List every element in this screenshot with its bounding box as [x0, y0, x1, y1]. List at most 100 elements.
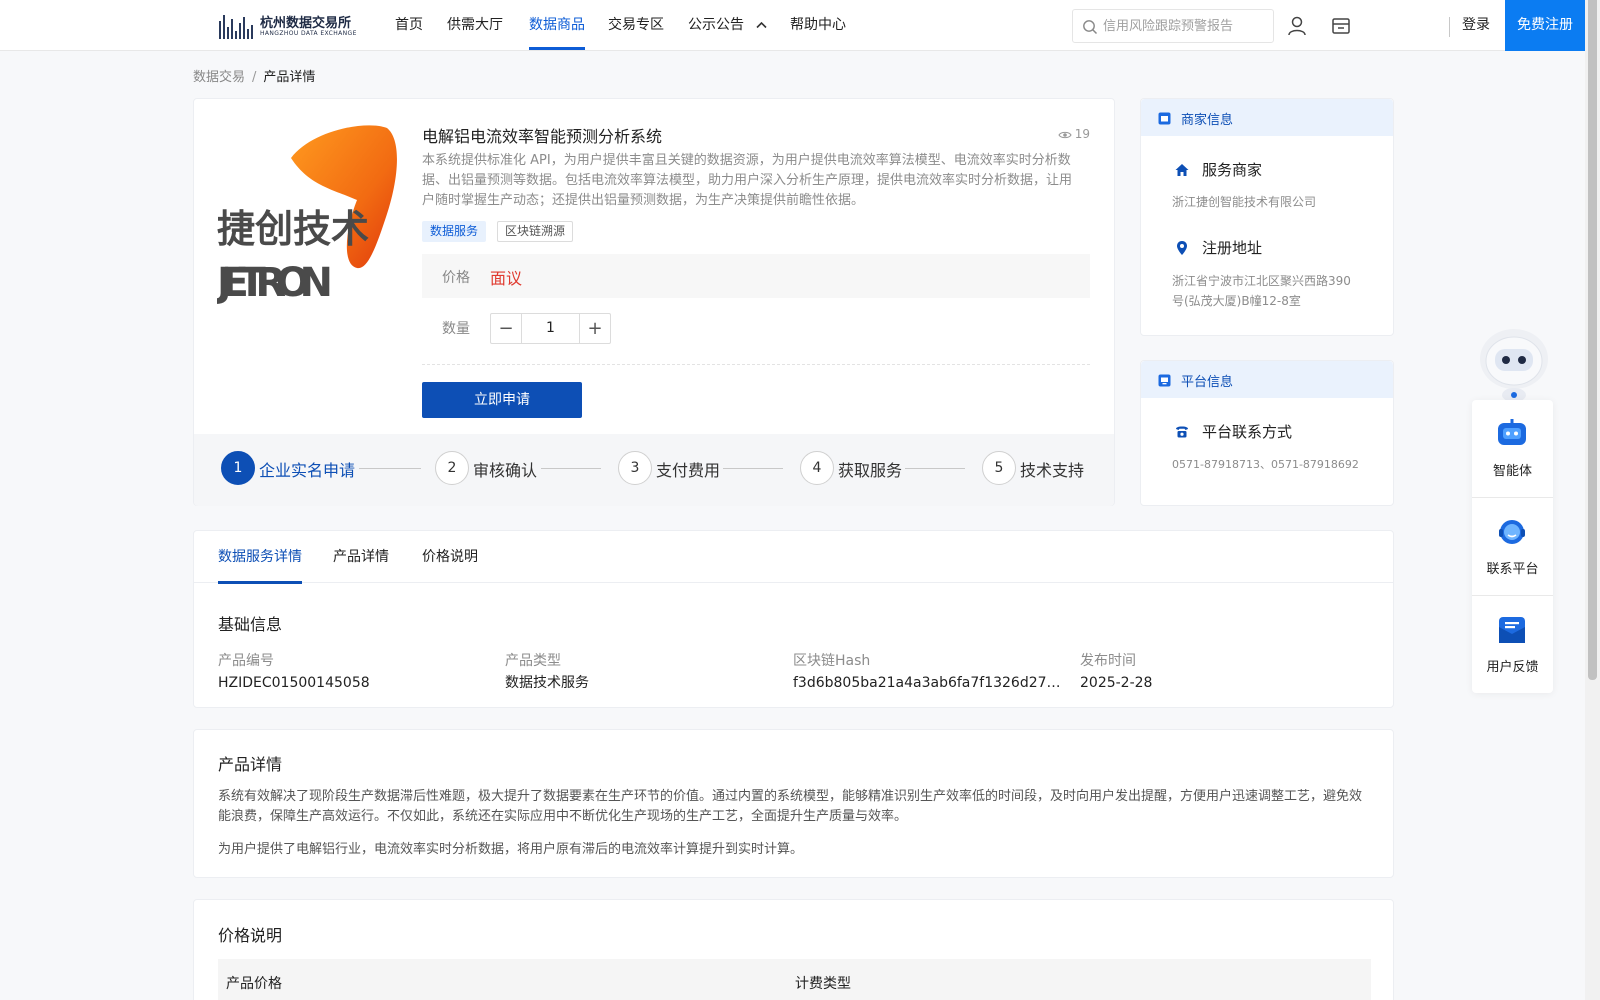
view-count: 19 [1058, 127, 1090, 141]
nav-trade-zone[interactable]: 交易专区 [608, 0, 664, 50]
platform-info-card: 平台信息 平台联系方式 0571-87918713、0571-87918692 [1140, 360, 1394, 506]
step-connector [905, 468, 965, 469]
basic-info-title: 基础信息 [218, 615, 283, 634]
site-logo[interactable]: 杭州数据交易所 HANGZHOU DATA EXCHANGE [219, 11, 369, 41]
increment-button[interactable]: + [579, 314, 610, 343]
field-product-type: 产品类型 数据技术服务 [505, 651, 775, 693]
detail-card: 数据服务详情 产品详情 价格说明 基础信息 产品编号 HZIDEC0150014… [193, 530, 1394, 708]
float-user-feedback[interactable]: 用户反馈 [1472, 596, 1553, 693]
robot-chat-icon [1498, 419, 1526, 445]
process-steps: 1 企业实名申请 2 审核确认 3 支付费用 4 获取服务 5 技术支持 [194, 434, 1114, 506]
decrement-button[interactable]: − [491, 314, 522, 343]
tab-price-info[interactable]: 价格说明 [422, 531, 478, 583]
product-detail-card: 产品详情 系统有效解决了现阶段生产数据滞后性难题，极大提升了数据要素在生产环节的… [193, 729, 1394, 878]
nav-supply-demand[interactable]: 供需大厅 [447, 0, 503, 50]
jetron-logo-icon: 捷创技术 JETRON [214, 125, 397, 306]
top-header: 杭州数据交易所 HANGZHOU DATA EXCHANGE 首页 供需大厅 数… [0, 0, 1585, 51]
header-divider [1449, 17, 1450, 37]
price-table-col-billing: 计费类型 [795, 976, 851, 992]
merchant-info-card: 商家信息 服务商家 浙江捷创智能技术有限公司 注册地址 浙江省宁波市江北区聚兴西… [1140, 98, 1394, 336]
address-row: 注册地址 [1174, 237, 1262, 258]
field-product-id-value: HZIDEC01500145058 [218, 675, 370, 691]
dashed-divider [422, 364, 1090, 365]
nav-data-products[interactable]: 数据商品 [529, 0, 585, 50]
float-user-feedback-label: 用户反馈 [1486, 660, 1539, 675]
field-product-type-value: 数据技术服务 [505, 675, 589, 691]
nav-announcements[interactable]: 公示公告 [688, 0, 768, 50]
breadcrumb-separator: / [252, 70, 257, 85]
service-merchant-value: 浙江捷创智能技术有限公司 [1172, 195, 1317, 209]
store-icon[interactable] [1330, 15, 1352, 37]
nav-help-center[interactable]: 帮助中心 [790, 0, 846, 50]
search-icon[interactable] [1082, 19, 1098, 35]
user-icon[interactable] [1286, 15, 1308, 37]
field-blockchain-hash-value: f3d6b805ba21a4a3ab6fa7f1326d27ec0c6... [793, 675, 1063, 691]
logo-text-cn: 捷创技术 [217, 207, 369, 251]
price-value: 面议 [490, 269, 523, 288]
platform-contact-label: 平台联系方式 [1202, 423, 1293, 441]
logo-title: 杭州数据交易所 [260, 16, 352, 31]
detail-tabs: 数据服务详情 产品详情 价格说明 [194, 531, 1393, 584]
field-blockchain-hash: 区块链Hash f3d6b805ba21a4a3ab6fa7f1326d27ec… [793, 651, 1063, 693]
field-publish-time-key: 发布时间 [1080, 653, 1136, 669]
product-title: 电解铝电流效率智能预测分析系统 [422, 127, 663, 146]
service-merchant-row: 服务商家 [1174, 159, 1262, 180]
platform-contact-value: 0571-87918713、0571-87918692 [1172, 458, 1359, 471]
tab-product-detail[interactable]: 产品详情 [333, 531, 389, 583]
tag-data-service: 数据服务 [422, 221, 487, 242]
field-product-type-key: 产品类型 [505, 653, 561, 669]
tab-data-service-detail[interactable]: 数据服务详情 [218, 531, 302, 584]
quantity-value[interactable]: 1 [522, 314, 579, 343]
floating-service-panel: 智能体 联系平台 用户反馈 [1472, 400, 1553, 693]
address-value: 浙江省宁波市江北区聚兴西路390号(弘茂大厦)B幢12-8室 [1172, 274, 1351, 308]
step-5-label: 技术支持 [1020, 461, 1085, 480]
field-publish-time-value: 2025-2-28 [1080, 675, 1153, 691]
price-table-header: 产品价格 计费类型 [218, 959, 1371, 1000]
breadcrumb-current: 产品详情 [263, 70, 316, 85]
step-2-number: 2 [435, 451, 469, 485]
price-label: 价格 [442, 270, 470, 286]
product-logo: 捷创技术 JETRON [214, 120, 402, 310]
quantity-label: 数量 [442, 321, 470, 337]
float-agent[interactable]: 智能体 [1472, 400, 1553, 497]
chevron-up-icon [756, 21, 768, 29]
step-3-label: 支付费用 [656, 461, 721, 480]
step-1-number: 1 [221, 451, 255, 485]
field-product-id-key: 产品编号 [218, 653, 274, 669]
product-detail-paragraph-2: 为用户提供了电解铝行业，电流效率实时分析数据，将用户原有滞后的电流效率计算提升到… [218, 842, 804, 857]
view-count-value: 19 [1074, 127, 1090, 141]
feedback-mail-icon [1499, 617, 1525, 643]
product-description: 本系统提供标准化 API，为用户提供丰富且关键的数据资源，为用户提供电流效率算法… [422, 153, 1073, 208]
robot-mascot[interactable] [1473, 325, 1555, 403]
location-pin-icon [1177, 241, 1187, 255]
tag-blockchain: 区块链溯源 [497, 221, 574, 242]
register-button[interactable]: 免费注册 [1505, 0, 1585, 51]
step-2-label: 审核确认 [473, 461, 538, 480]
nav-home[interactable]: 首页 [395, 0, 423, 50]
login-link[interactable]: 登录 [1462, 0, 1490, 50]
search-input[interactable] [1103, 16, 1268, 36]
float-contact-platform-label: 联系平台 [1486, 562, 1539, 577]
price-info-title: 价格说明 [218, 926, 283, 945]
step-3-number: 3 [618, 451, 652, 485]
scrollbar-thumb[interactable] [1588, 0, 1597, 680]
eye-icon [1058, 131, 1072, 139]
float-agent-label: 智能体 [1492, 464, 1532, 479]
headset-icon [1499, 520, 1525, 544]
product-detail-title: 产品详情 [218, 755, 283, 774]
logo-subtitle: HANGZHOU DATA EXCHANGE [260, 30, 357, 37]
field-publish-time: 发布时间 2025-2-28 [1080, 651, 1350, 693]
price-info-card: 价格说明 产品价格 计费类型 [193, 899, 1394, 1000]
float-contact-platform[interactable]: 联系平台 [1472, 498, 1553, 595]
service-merchant-label: 服务商家 [1202, 161, 1263, 179]
step-connector [541, 468, 601, 469]
breadcrumb: 数据交易 / 产品详情 [193, 66, 315, 85]
breadcrumb-root[interactable]: 数据交易 [193, 70, 245, 85]
platform-info-header: 平台信息 [1141, 361, 1393, 398]
platform-info-title: 平台信息 [1181, 375, 1234, 390]
apply-now-button[interactable]: 立即申请 [422, 382, 582, 418]
robot-icon [1480, 329, 1548, 402]
merchant-info-icon [1158, 112, 1171, 125]
address-label: 注册地址 [1202, 239, 1263, 257]
step-4-number: 4 [800, 451, 834, 485]
